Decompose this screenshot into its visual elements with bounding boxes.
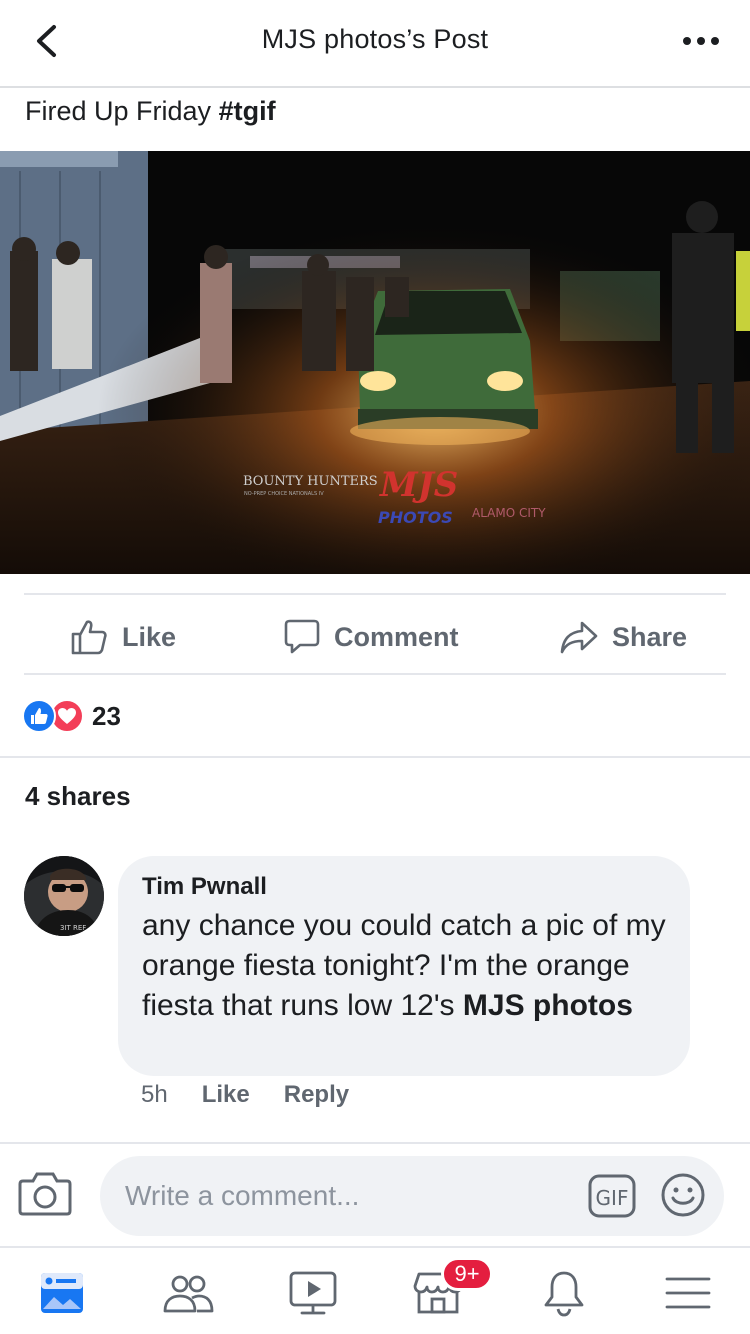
share-button[interactable]: Share	[560, 612, 687, 662]
comment-time: 5h	[141, 1081, 168, 1108]
share-label: Share	[612, 621, 688, 652]
tab-friends[interactable]	[148, 1258, 228, 1328]
like-button[interactable]: Like	[70, 612, 176, 662]
comment-text: any chance you could catch a pic of my o…	[142, 906, 666, 1026]
page-title: MJS photos’s Post	[261, 24, 489, 54]
top-bar: MJS photos’s Post	[0, 0, 750, 88]
thumbs-up-icon	[71, 620, 107, 655]
post-photo[interactable]: BOUNTY HUNTERS NO-PREP CHOICE NATIONALS …	[0, 151, 750, 574]
friends-icon	[163, 1275, 214, 1313]
divider	[0, 756, 750, 758]
hashtag-link[interactable]: #tgif	[219, 96, 276, 126]
tab-notifications[interactable]	[524, 1258, 604, 1328]
comment-like-link[interactable]: Like	[202, 1081, 250, 1109]
like-label: Like	[122, 621, 177, 652]
gif-icon: GIF	[588, 1174, 636, 1218]
divider	[24, 673, 726, 675]
news-feed-icon	[41, 1273, 83, 1313]
shares-count[interactable]: 4 shares	[25, 781, 131, 812]
camera-button[interactable]	[18, 1168, 72, 1218]
comment-bubble[interactable]: Tim Pwnall any chance you could catch a …	[118, 856, 690, 1076]
mention-link[interactable]: MJS photos	[463, 989, 633, 1022]
watermark-mjs: MJS	[379, 465, 458, 505]
emoji-button[interactable]	[660, 1172, 706, 1218]
hamburger-menu-icon	[665, 1277, 711, 1309]
watermark-bounty: BOUNTY HUNTERS	[243, 474, 378, 489]
tab-news-feed[interactable]	[22, 1258, 102, 1328]
post-text: Fired Up Friday #tgif	[25, 96, 276, 127]
comment-composer: GIF	[0, 1142, 750, 1246]
drag-race-photo: BOUNTY HUNTERS NO-PREP CHOICE NATIONALS …	[0, 151, 750, 574]
svg-text:3IT REF: 3IT REF	[60, 924, 86, 932]
tab-watch[interactable]	[273, 1258, 353, 1328]
gif-button[interactable]: GIF	[588, 1174, 636, 1218]
svg-text:GIF: GIF	[596, 1186, 629, 1210]
profile-picture: 3IT REF	[24, 856, 104, 936]
comment-author[interactable]: Tim Pwnall	[142, 872, 666, 902]
post-caption: Fired Up Friday	[25, 96, 212, 126]
reaction-count: 23	[92, 700, 121, 731]
bottom-tab-bar: 9+	[0, 1246, 750, 1334]
reactions-summary[interactable]: 23	[22, 698, 121, 734]
watermark-photos: PHOTOS	[378, 508, 453, 527]
comment-reply-link[interactable]: Reply	[284, 1081, 349, 1109]
watermark-alamo: ALAMO CITY	[472, 506, 546, 520]
avatar[interactable]: 3IT REF	[24, 856, 104, 936]
share-arrow-icon	[560, 621, 598, 654]
tab-menu[interactable]	[648, 1258, 728, 1328]
camera-icon	[18, 1172, 72, 1216]
watermark-bounty-sub: NO-PREP CHOICE NATIONALS IV	[244, 491, 324, 497]
more-dots-icon	[683, 37, 719, 45]
marketplace-badge: 9+	[441, 1257, 493, 1291]
comment-meta: 5h Like Reply	[141, 1081, 383, 1109]
smiley-icon	[661, 1173, 705, 1217]
watch-video-icon	[289, 1271, 337, 1315]
comment-bubble-icon	[284, 619, 320, 654]
comment-label: Comment	[334, 621, 459, 652]
bell-icon	[544, 1271, 584, 1317]
more-options-button[interactable]	[676, 22, 726, 62]
divider	[24, 593, 726, 595]
like-reaction-icon	[22, 699, 56, 733]
comment-button[interactable]: Comment	[284, 612, 459, 662]
